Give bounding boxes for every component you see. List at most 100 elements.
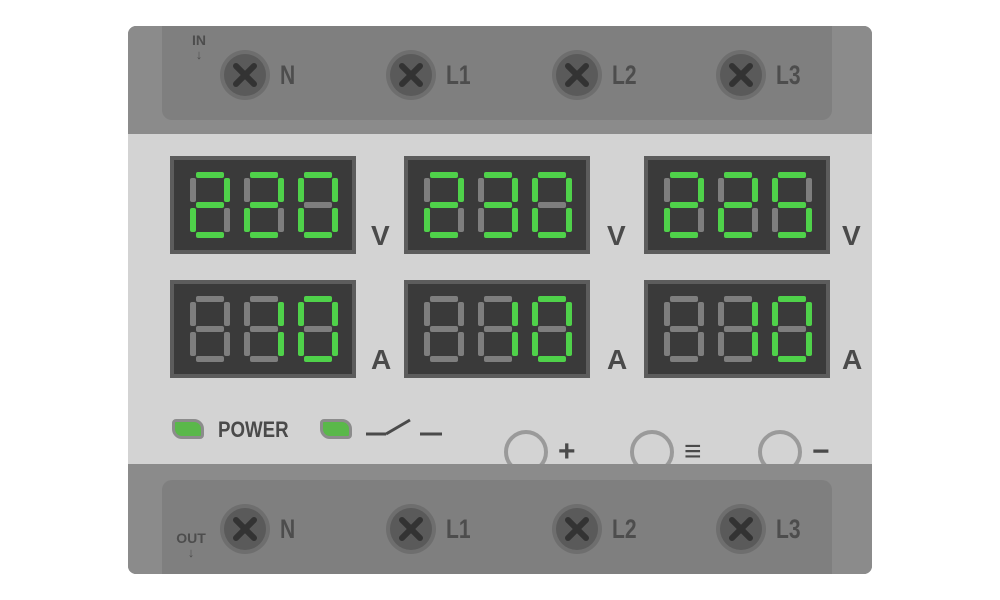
screw-terminal-l3-out[interactable]: [716, 504, 766, 554]
segment-f: [718, 178, 724, 202]
plus-icon: +: [558, 435, 576, 468]
segment-e: [664, 332, 670, 356]
segment-f: [424, 178, 430, 202]
terminal-label-l2-in: L2: [612, 60, 637, 90]
segment-e: [244, 332, 250, 356]
segment-a: [538, 296, 566, 302]
segment-b: [566, 178, 572, 202]
input-terminal-block: IN ↓ N L1 L2 L3: [128, 26, 872, 134]
segment-c: [752, 332, 758, 356]
segment-a: [724, 172, 752, 178]
output-label: OUT: [176, 530, 206, 546]
segment-c: [224, 332, 230, 356]
segment-b: [566, 302, 572, 326]
screw-terminal-n-in[interactable]: [220, 50, 270, 100]
segment-e: [718, 332, 724, 356]
output-terminal-block: OUT ↓ N L1 L2 L3: [128, 464, 872, 574]
segment-b: [224, 302, 230, 326]
segment-b: [752, 302, 758, 326]
segment-g: [250, 326, 278, 332]
relay-switch-icon: [366, 418, 442, 436]
voltage-unit-1: V: [371, 220, 390, 251]
screw-cross-icon: [729, 63, 753, 87]
segment-a: [484, 296, 512, 302]
terminal-label-l3-out: L3: [776, 514, 801, 544]
segment-d: [484, 232, 512, 238]
power-label: POWER: [218, 417, 289, 442]
segment-f: [190, 178, 196, 202]
segment-b: [698, 302, 704, 326]
terminal-label-n-out: N: [280, 514, 296, 544]
segment-d: [250, 232, 278, 238]
segment-a: [430, 172, 458, 178]
terminal-label-l1-out: L1: [446, 514, 471, 544]
segment-e: [772, 208, 778, 232]
segment-e: [478, 208, 484, 232]
screw-cross-icon: [565, 517, 589, 541]
screw-terminal-l3-in[interactable]: [716, 50, 766, 100]
segment-a: [670, 172, 698, 178]
segment-g: [778, 202, 806, 208]
segment-a: [538, 172, 566, 178]
voltage-unit-3: V: [842, 220, 861, 251]
segment-e: [424, 332, 430, 356]
segment-g: [670, 202, 698, 208]
screw-cross-icon: [729, 517, 753, 541]
segment-c: [698, 332, 704, 356]
segment-g: [724, 202, 752, 208]
input-terminal-strip: IN ↓ N L1 L2 L3: [162, 26, 832, 120]
segment-e: [190, 208, 196, 232]
screw-cross-icon: [565, 63, 589, 87]
segment-d: [724, 232, 752, 238]
segment-d: [724, 356, 752, 362]
voltage-unit-2: V: [607, 220, 626, 251]
segment-c: [458, 208, 464, 232]
segment-e: [532, 332, 538, 356]
voltage-display-1: [170, 156, 356, 254]
segment-g: [196, 202, 224, 208]
segment-d: [304, 356, 332, 362]
segment-e: [478, 332, 484, 356]
current-unit-3: A: [842, 344, 863, 375]
segment-c: [512, 332, 518, 356]
segment-c: [566, 208, 572, 232]
segment-e: [298, 332, 304, 356]
segment-g: [778, 326, 806, 332]
segment-b: [278, 302, 284, 326]
segment-f: [190, 302, 196, 326]
segment-g: [250, 202, 278, 208]
segment-c: [278, 332, 284, 356]
segment-a: [430, 296, 458, 302]
segment-g: [484, 202, 512, 208]
segment-c: [512, 208, 518, 232]
terminal-label-l3-in: L3: [776, 60, 801, 90]
screw-cross-icon: [399, 517, 423, 541]
segment-c: [332, 208, 338, 232]
segment-d: [778, 232, 806, 238]
segment-c: [698, 208, 704, 232]
segment-f: [244, 302, 250, 326]
segment-a: [670, 296, 698, 302]
segment-g: [196, 326, 224, 332]
segment-b: [752, 178, 758, 202]
segment-c: [224, 208, 230, 232]
voltage-relay-device: IN ↓ N L1 L2 L3 V V V A A A POWER + ≡ − …: [128, 26, 872, 574]
segment-g: [430, 202, 458, 208]
segment-g: [304, 326, 332, 332]
screw-terminal-l2-in[interactable]: [552, 50, 602, 100]
current-digits-3: [664, 296, 812, 362]
voltage-display-3: [644, 156, 830, 254]
screw-terminal-l1-in[interactable]: [386, 50, 436, 100]
current-digits-1: [190, 296, 338, 362]
segment-d: [250, 356, 278, 362]
screw-terminal-l1-out[interactable]: [386, 504, 436, 554]
segment-d: [196, 232, 224, 238]
output-arrow-icon: ↓: [187, 545, 195, 560]
segment-e: [718, 208, 724, 232]
screw-terminal-l2-out[interactable]: [552, 504, 602, 554]
segment-g: [670, 326, 698, 332]
segment-g: [484, 326, 512, 332]
segment-e: [298, 208, 304, 232]
segment-e: [190, 332, 196, 356]
screw-terminal-n-out[interactable]: [220, 504, 270, 554]
